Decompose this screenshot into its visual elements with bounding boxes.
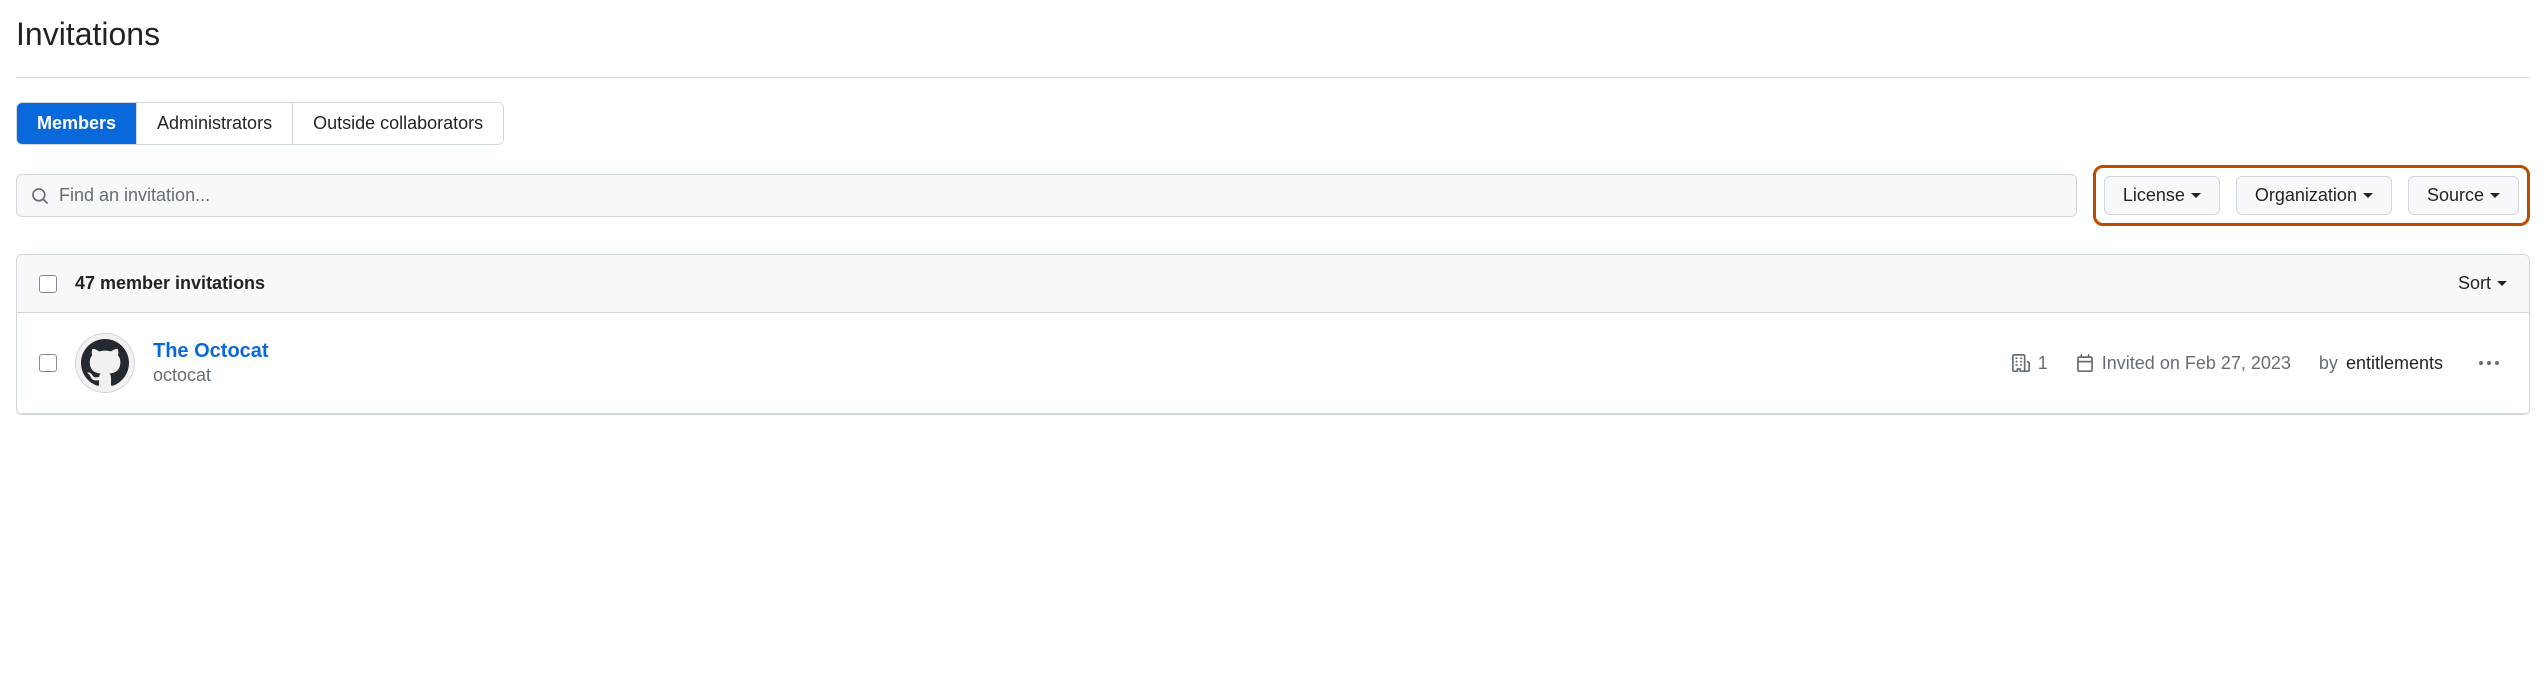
filter-organization-label: Organization — [2255, 185, 2357, 206]
sort-button[interactable]: Sort — [2458, 273, 2507, 294]
search-input[interactable] — [59, 185, 2062, 206]
list-header-title: 47 member invitations — [75, 273, 265, 294]
select-all-checkbox[interactable] — [39, 275, 57, 293]
org-count: 1 — [2012, 353, 2048, 374]
page-title: Invitations — [16, 16, 2530, 61]
filter-source-button[interactable]: Source — [2408, 176, 2519, 215]
caret-down-icon — [2497, 281, 2507, 286]
caret-down-icon — [2490, 193, 2500, 198]
search-box[interactable] — [16, 174, 2077, 217]
octocat-icon — [81, 339, 129, 387]
by-value: entitlements — [2346, 353, 2443, 374]
filter-organization-button[interactable]: Organization — [2236, 176, 2392, 215]
invited-by: by entitlements — [2319, 353, 2443, 374]
search-icon — [31, 187, 49, 205]
org-count-value: 1 — [2038, 353, 2048, 374]
invitation-row: The Octocat octocat 1 Invited on Feb 27,… — [17, 313, 2529, 414]
filter-license-button[interactable]: License — [2104, 176, 2220, 215]
tab-administrators[interactable]: Administrators — [137, 103, 293, 144]
row-meta: 1 Invited on Feb 27, 2023 by entitlement… — [2012, 353, 2507, 374]
caret-down-icon — [2191, 193, 2201, 198]
filter-group-highlighted: License Organization Source — [2093, 165, 2530, 226]
organization-icon — [2012, 354, 2030, 372]
invited-date-value: Invited on Feb 27, 2023 — [2102, 353, 2291, 374]
tab-members[interactable]: Members — [17, 103, 137, 144]
filter-license-label: License — [2123, 185, 2185, 206]
tab-group: Members Administrators Outside collabora… — [16, 102, 504, 145]
title-divider — [16, 77, 2530, 78]
user-name-link[interactable]: The Octocat — [153, 340, 269, 363]
calendar-icon — [2076, 354, 2094, 372]
search-filter-row: License Organization Source — [16, 165, 2530, 226]
user-info: The Octocat octocat — [153, 340, 269, 386]
avatar — [75, 333, 135, 393]
row-actions-menu[interactable] — [2471, 353, 2507, 373]
tab-outside-collaborators[interactable]: Outside collaborators — [293, 103, 503, 144]
filter-source-label: Source — [2427, 185, 2484, 206]
row-checkbox[interactable] — [39, 354, 57, 372]
invited-date: Invited on Feb 27, 2023 — [2076, 353, 2291, 374]
caret-down-icon — [2363, 193, 2373, 198]
by-label: by — [2319, 353, 2338, 374]
list-header: 47 member invitations Sort — [17, 255, 2529, 313]
sort-label: Sort — [2458, 273, 2491, 294]
user-handle: octocat — [153, 365, 269, 386]
invitations-list: 47 member invitations Sort The Octocat o… — [16, 254, 2530, 415]
